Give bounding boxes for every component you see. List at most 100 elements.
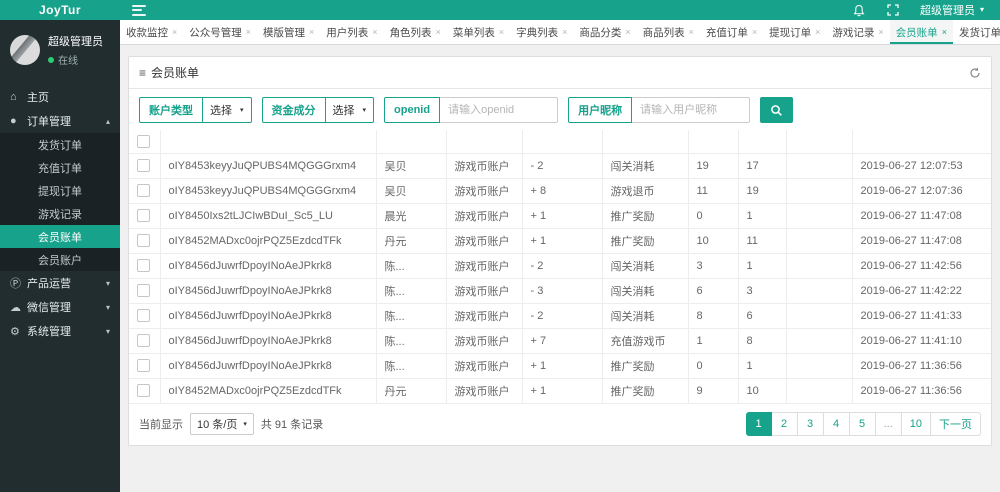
cell-time: 2019-06-27 11:41:33 <box>851 302 991 329</box>
page-button[interactable]: 10 <box>901 411 931 436</box>
row-checkbox[interactable] <box>137 309 150 322</box>
fund-component-select[interactable]: 选择 ▾ <box>325 97 375 123</box>
page-button[interactable]: 1 <box>745 411 772 436</box>
sidebar-toggle-icon[interactable] <box>132 4 146 16</box>
cell-before: 11 <box>687 177 739 204</box>
tab[interactable]: 模版管理 × <box>257 20 320 44</box>
refresh-icon[interactable] <box>969 67 981 79</box>
user-menu[interactable]: 超级管理员 ▾ <box>920 2 984 18</box>
wechat-icon: ☁ <box>10 301 21 314</box>
row-checkbox[interactable] <box>137 284 150 297</box>
tab[interactable]: 发货订单 × <box>953 20 1000 44</box>
current-display-label: 当前显示 <box>139 418 183 431</box>
tab-close-icon[interactable]: × <box>562 27 567 37</box>
tab-close-icon[interactable]: × <box>752 27 757 37</box>
page-button[interactable]: 4 <box>823 411 850 436</box>
tab-close-icon[interactable]: × <box>172 27 177 37</box>
row-checkbox[interactable] <box>137 259 150 272</box>
cell-nickname: 陈... <box>375 352 447 379</box>
tab[interactable]: 公众号管理 × <box>183 20 257 44</box>
tab[interactable]: 字典列表 × <box>510 20 573 44</box>
sidebar-item[interactable]: ☁ 微信管理 ▾ <box>0 295 120 319</box>
select-all-checkbox[interactable] <box>137 134 150 148</box>
cell-time: 2019-06-27 11:42:56 <box>851 252 991 279</box>
sidebar-item[interactable]: ● 订单管理 ▴ <box>0 109 120 133</box>
column-header <box>851 130 991 154</box>
tab-close-icon[interactable]: × <box>499 27 504 37</box>
tab[interactable]: 菜单列表 × <box>447 20 510 44</box>
sidebar-item[interactable]: ⌂ 主页 <box>0 85 120 109</box>
tab-close-icon[interactable]: × <box>436 27 441 37</box>
page-button[interactable]: 3 <box>797 411 824 436</box>
tab[interactable]: 会员账单 × <box>889 20 953 44</box>
tab[interactable]: 角色列表 × <box>384 20 447 44</box>
sidebar-item[interactable]: 充值订单 <box>0 156 120 179</box>
tab[interactable]: 商品分类 × <box>573 20 636 44</box>
cell-time: 2019-06-27 12:07:36 <box>851 177 991 204</box>
tab[interactable]: 充值订单 × <box>700 20 763 44</box>
tab[interactable]: 提现订单 × <box>763 20 826 44</box>
tab[interactable]: 游戏记录 × <box>826 20 889 44</box>
avatar[interactable] <box>10 35 40 65</box>
row-checkbox[interactable] <box>137 384 150 397</box>
tab-close-icon[interactable]: × <box>815 27 820 37</box>
fullscreen-icon[interactable] <box>886 3 900 17</box>
page-button[interactable]: ... <box>875 411 902 436</box>
tab-close-icon[interactable]: × <box>309 27 314 37</box>
panel-title: 会员账单 <box>151 66 200 80</box>
tab[interactable]: 收款监控 × <box>120 20 183 44</box>
sidebar-item[interactable]: 发货订单 <box>0 133 120 156</box>
tab-close-icon[interactable]: × <box>372 27 377 37</box>
page-button[interactable]: 2 <box>771 411 798 436</box>
cell-after: 6 <box>737 302 787 329</box>
nickname-input[interactable] <box>632 97 751 123</box>
row-checkbox[interactable] <box>137 159 150 172</box>
tab-close-icon[interactable]: × <box>689 27 694 37</box>
page-button-label: 5 <box>859 417 866 430</box>
cell-openid: oIY8452MADxc0ojrPQZ5EzdcdTFk <box>159 377 377 404</box>
cell-amount: + 7 <box>521 327 603 354</box>
sidebar-item-label: 系统管理 <box>27 326 71 338</box>
tab[interactable]: 用户列表 × <box>320 20 383 44</box>
tab-label: 用户列表 <box>326 26 369 39</box>
page-button-label: 1 <box>755 417 762 430</box>
cell-time: 2019-06-27 12:07:53 <box>851 152 991 179</box>
cell-description <box>785 327 853 354</box>
account-type-select[interactable]: 选择 ▾ <box>203 97 252 123</box>
openid-input[interactable] <box>440 97 559 123</box>
orders-icon: ● <box>10 115 17 127</box>
bell-icon[interactable] <box>852 3 866 17</box>
row-checkbox[interactable] <box>137 184 150 197</box>
sidebar-user-name: 超级管理员 <box>48 36 103 48</box>
row-checkbox[interactable] <box>137 209 150 222</box>
tab-close-icon[interactable]: × <box>625 27 630 37</box>
caret-down-icon: ▾ <box>105 326 110 336</box>
sidebar-item[interactable]: 会员账户 <box>0 248 120 271</box>
cell-openid: oIY8456dJuwrfDpoyINoAeJPkrk8 <box>159 327 377 354</box>
sidebar-item[interactable]: 游戏记录 <box>0 202 120 225</box>
row-checkbox-cell <box>129 152 161 179</box>
search-button[interactable] <box>760 97 794 123</box>
gear-icon: ⚙ <box>10 325 20 338</box>
column-header <box>375 130 447 154</box>
sidebar-item[interactable]: ⚙ 系统管理 ▾ <box>0 319 120 343</box>
table-footer: 当前显示 10 条/页 ▾ 共 91 条记录 1 2 3 4 5 ... 10 … <box>129 404 991 445</box>
sidebar-item[interactable]: 提现订单 <box>0 179 120 202</box>
page-size-select[interactable]: 10 条/页 ▾ <box>190 412 254 435</box>
row-checkbox-cell <box>129 202 161 229</box>
tab-close-icon[interactable]: × <box>878 27 883 37</box>
tab[interactable]: 商品列表 × <box>637 20 700 44</box>
cell-nickname: 吴贝 <box>375 152 447 179</box>
row-checkbox[interactable] <box>137 234 150 247</box>
tab-label: 会员账单 <box>895 26 938 39</box>
cell-description <box>785 227 853 254</box>
page-button[interactable]: 5 <box>849 411 876 436</box>
row-checkbox[interactable] <box>137 334 150 347</box>
tab-close-icon[interactable]: × <box>942 27 947 37</box>
sidebar-item[interactable]: Ⓟ 产品运营 ▾ <box>0 271 120 295</box>
sidebar-item[interactable]: 会员账单 <box>0 225 120 248</box>
row-checkbox[interactable] <box>137 359 150 372</box>
sidebar-menu: ⌂ 主页 ● 订单管理 ▴ 发货订单 充值订单 提现订单 游戏记录 会员账单 会… <box>0 85 120 343</box>
tab-close-icon[interactable]: × <box>246 27 251 37</box>
page-button[interactable]: 下一页 <box>931 411 981 436</box>
